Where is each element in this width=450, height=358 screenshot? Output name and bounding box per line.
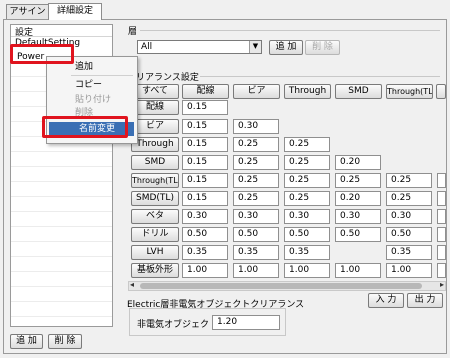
sidebar-add-button[interactable]: 追 加	[10, 334, 43, 349]
menu-separator	[71, 75, 133, 76]
cell[interactable]: 0.25	[233, 137, 279, 152]
layer-add-button[interactable]: 追 加	[269, 40, 303, 55]
cell[interactable]: 0.35	[284, 245, 330, 260]
column-wiring-button[interactable]: 配線	[182, 84, 229, 99]
cell[interactable]: 0.30	[182, 209, 228, 224]
row-board-outline-button[interactable]: 基板外形	[131, 263, 179, 278]
scroll-right-icon[interactable]: ▸	[440, 280, 444, 289]
cell[interactable]: 0.50	[335, 227, 381, 242]
column-overflow-button[interactable]	[436, 84, 446, 99]
cell[interactable]: 0.30	[335, 209, 381, 224]
tab-assign[interactable]: アサイン	[6, 4, 49, 20]
row-wiring-button[interactable]: 配線	[131, 100, 179, 115]
non-electric-object-label: 非電気オブジェクト	[137, 320, 219, 330]
cell[interactable]: 0.15	[182, 173, 228, 188]
column-through-button[interactable]: Through	[284, 84, 331, 99]
cell[interactable]: 0.25	[284, 137, 330, 152]
row-drill-button[interactable]: ドリル	[131, 227, 179, 242]
input-button[interactable]: 入 力	[368, 293, 404, 308]
cell[interactable]: 0.20	[335, 191, 381, 206]
cell[interactable]: 1.00	[335, 263, 381, 278]
chevron-down-icon[interactable]: ▼	[249, 41, 261, 53]
cell[interactable]: 0.15	[182, 155, 228, 170]
cell[interactable]: 0.25	[233, 155, 279, 170]
cell[interactable]: 0.25	[386, 173, 432, 188]
highlight-power-item	[10, 44, 74, 64]
cell[interactable]: 1.00	[182, 263, 228, 278]
cell[interactable]: 0.25	[335, 173, 381, 188]
cell[interactable]: 0.20	[335, 155, 381, 170]
cell[interactable]: 0.15	[182, 119, 228, 134]
cell-overflow[interactable]	[437, 209, 446, 224]
cell[interactable]: 0.25	[386, 191, 432, 206]
cell[interactable]: 0.30	[284, 209, 330, 224]
non-electric-object-input[interactable]: 1.20	[212, 315, 280, 330]
cell[interactable]: 0.25	[233, 191, 279, 206]
clearance-group-line	[200, 76, 440, 77]
cell[interactable]: 1.00	[386, 263, 432, 278]
cell-overflow[interactable]	[437, 173, 446, 188]
scrollbar-thumb[interactable]	[140, 283, 422, 289]
row-lvh-button[interactable]: LVH	[131, 245, 179, 260]
cell[interactable]: 0.50	[233, 227, 279, 242]
layer-group-title: 層	[128, 27, 138, 37]
row-solid-button[interactable]: ベタ	[131, 209, 179, 224]
horizontal-scrollbar[interactable]: ◂ ▸	[128, 280, 446, 291]
cell[interactable]: 0.15	[182, 137, 228, 152]
row-smd-button[interactable]: SMD	[131, 155, 179, 170]
highlight-rename-item	[42, 116, 128, 138]
settings-list-divider	[11, 36, 112, 37]
menu-item-paste[interactable]: 貼り付け	[47, 93, 135, 107]
cell-overflow[interactable]	[437, 245, 446, 260]
tab-advanced-settings[interactable]: 詳細設定	[48, 3, 102, 20]
cell[interactable]: 0.25	[284, 155, 330, 170]
layer-delete-button[interactable]: 削 除	[305, 40, 340, 55]
cell[interactable]: 0.25	[284, 173, 330, 188]
cell[interactable]: 0.15	[182, 100, 228, 115]
column-through-tl-button[interactable]: Through(TL)	[386, 84, 433, 99]
cell[interactable]: 0.50	[182, 227, 228, 242]
cell[interactable]: 0.15	[182, 191, 228, 206]
sidebar-delete-button[interactable]: 削 除	[48, 334, 82, 349]
cell[interactable]: 0.50	[386, 227, 432, 242]
cell[interactable]: 1.00	[284, 263, 330, 278]
cell[interactable]: 0.35	[386, 245, 432, 260]
output-button[interactable]: 出 力	[407, 293, 443, 308]
cell[interactable]: 0.30	[386, 209, 432, 224]
cell[interactable]: 0.30	[233, 119, 279, 134]
column-via-button[interactable]: ビア	[233, 84, 280, 99]
row-through-button[interactable]: Through	[131, 137, 179, 152]
cell[interactable]: 0.25	[284, 191, 330, 206]
cell[interactable]: 0.35	[233, 245, 279, 260]
cell-overflow[interactable]	[437, 227, 446, 242]
cell[interactable]: 0.30	[233, 209, 279, 224]
row-through-tl-button[interactable]: Through(TL)	[131, 173, 179, 188]
cell[interactable]: 0.25	[233, 173, 279, 188]
cell[interactable]: 0.50	[284, 227, 330, 242]
cell[interactable]: 1.00	[233, 263, 279, 278]
cell[interactable]: 0.35	[182, 245, 228, 260]
cell-overflow[interactable]	[437, 191, 446, 206]
cell-overflow[interactable]	[437, 263, 446, 278]
row-via-button[interactable]: ビア	[131, 119, 179, 134]
layer-group-line	[140, 30, 440, 31]
column-smd-button[interactable]: SMD	[335, 84, 382, 99]
layer-select[interactable]: All ▼	[137, 40, 262, 54]
scroll-left-icon[interactable]: ◂	[130, 280, 134, 289]
menu-item-copy[interactable]: コピー	[47, 78, 135, 92]
layer-select-value: All	[141, 42, 153, 52]
column-all-button[interactable]: すべて	[131, 84, 179, 99]
row-smd-tl-button[interactable]: SMD(TL)	[131, 191, 179, 206]
